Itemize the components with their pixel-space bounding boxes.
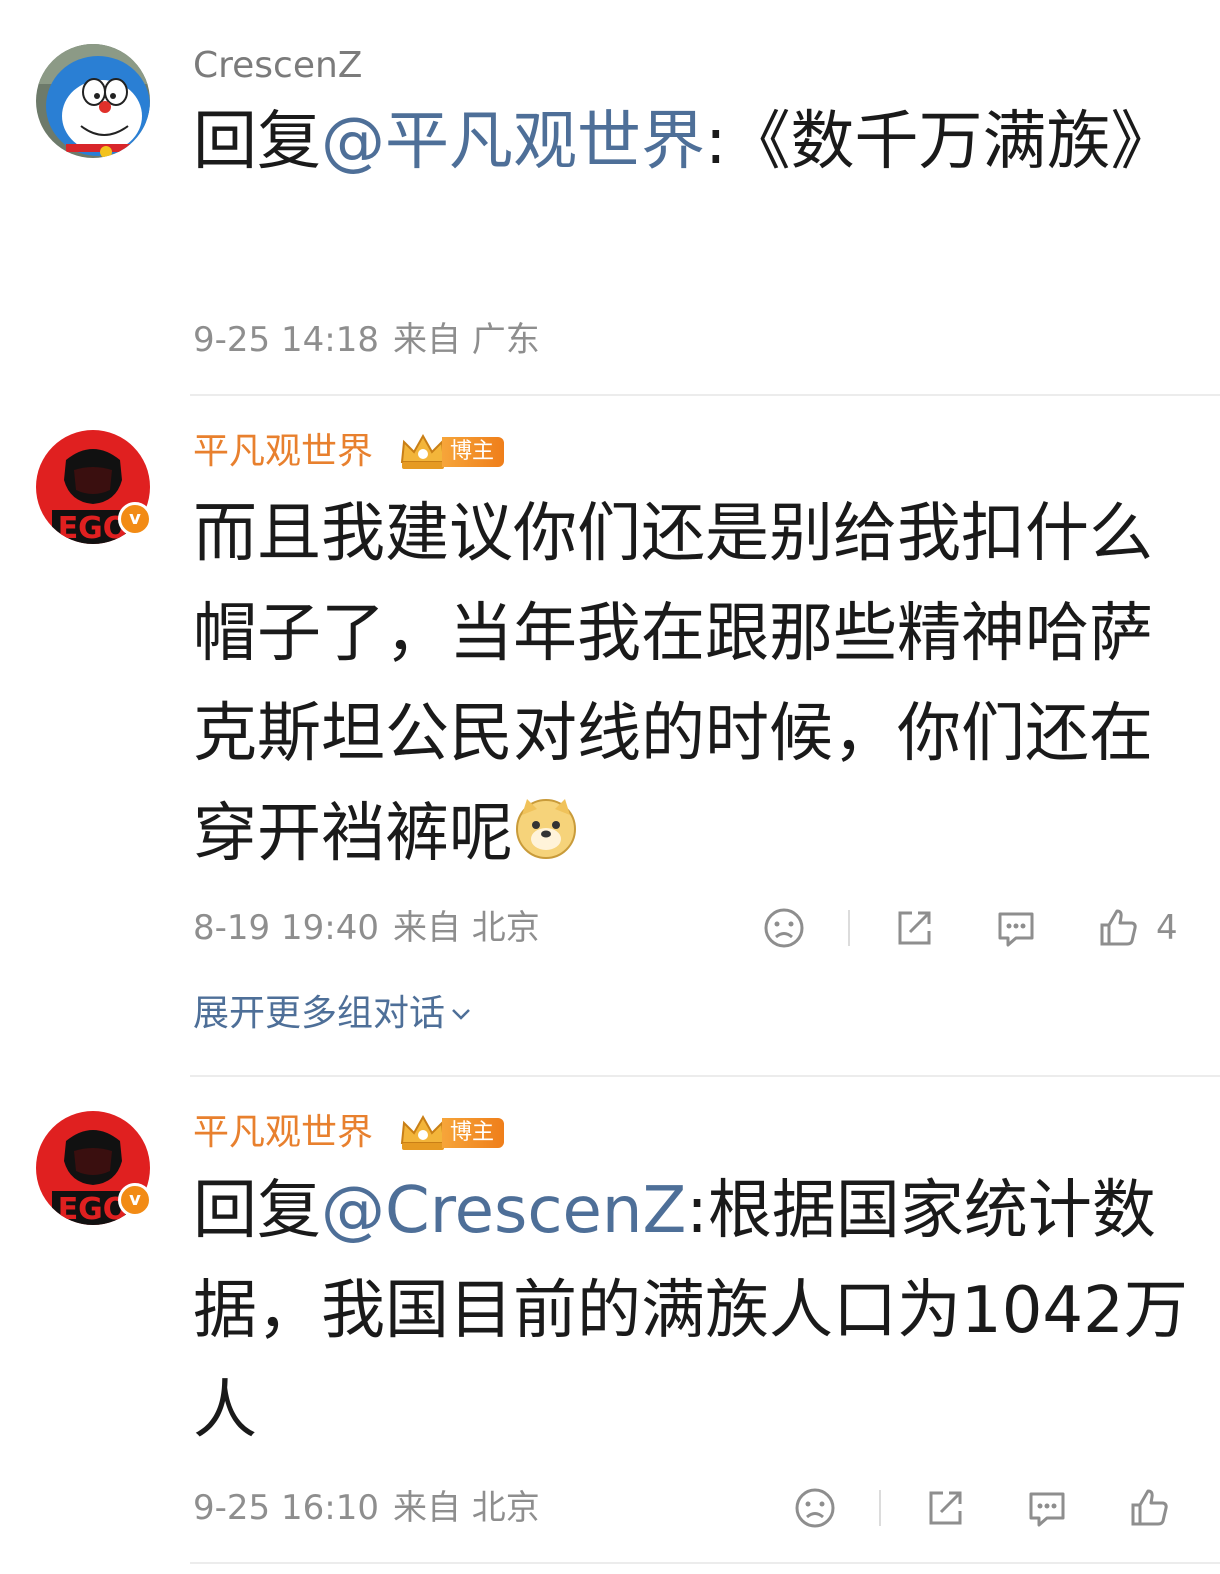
username[interactable]: CrescenZ	[193, 44, 362, 88]
share-button[interactable]	[892, 906, 936, 950]
share-icon	[898, 911, 931, 945]
like-button[interactable]	[1127, 1486, 1171, 1530]
location: 来自 北京	[392, 1488, 540, 1528]
doge-emoji-icon	[516, 799, 576, 859]
doraemon-avatar-icon	[36, 44, 150, 158]
crown-icon	[400, 1114, 446, 1150]
comment-item: EGO v 平凡观世界 博主 回复@CrescenZ:根据国家统计数据，我国目前…	[0, 1077, 1220, 1567]
expand-label: 展开更多组对话	[193, 993, 446, 1034]
thumbs-up-icon	[1100, 909, 1137, 946]
comment-text: 而且我建议你们还是别给我扣什么帽子了，当年我在跟那些精神哈萨克斯坦公民对线的时候…	[193, 484, 1193, 884]
sad-face-icon	[795, 1488, 835, 1528]
comment-icon	[998, 912, 1034, 947]
expand-conversation-link[interactable]: 展开更多组对话	[193, 992, 473, 1036]
share-icon	[929, 1491, 962, 1525]
action-bar	[793, 1483, 1173, 1533]
action-bar: 4	[762, 903, 1182, 953]
badge-label: 博主	[442, 1118, 505, 1148]
avatar[interactable]: EGO v	[36, 1111, 152, 1225]
dislike-button[interactable]	[762, 906, 806, 950]
chevron-down-icon	[452, 1009, 470, 1020]
blogger-badge: 博主	[398, 433, 505, 469]
verified-icon: v	[118, 502, 152, 536]
badge-label: 博主	[442, 437, 505, 467]
timestamp: 9-25 16:10	[193, 1488, 379, 1528]
like-button[interactable]: 4	[1096, 906, 1178, 950]
crown-icon	[400, 433, 446, 469]
location: 来自 北京	[392, 908, 540, 948]
mention-link[interactable]: @平凡观世界	[321, 105, 705, 179]
sad-face-icon	[764, 908, 804, 948]
like-count: 4	[1156, 908, 1178, 948]
divider	[879, 1490, 881, 1526]
comment-item: EGO v 平凡观世界 博主 而且我建议你们还是别给我扣什么帽子了，当年我在跟那…	[0, 396, 1220, 1076]
comment-body: :《数千万满族》	[705, 105, 1175, 179]
comment-text: 回复@CrescenZ:根据国家统计数据，我国目前的满族人口为1042万人	[193, 1161, 1193, 1461]
avatar[interactable]: EGO v	[36, 430, 152, 544]
comment-text: 回复@平凡观世界:《数千万满族》	[193, 92, 1193, 192]
comment-body: 而且我建议你们还是别给我扣什么帽子了，当年我在跟那些精神哈萨克斯坦公民对线的时候…	[193, 497, 1153, 871]
location: 来自 广东	[392, 320, 540, 360]
verified-icon: v	[118, 1183, 152, 1217]
username[interactable]: 平凡观世界	[193, 430, 373, 474]
avatar[interactable]	[36, 44, 150, 158]
comment-button[interactable]	[994, 906, 1038, 950]
mention-link[interactable]: @CrescenZ	[321, 1174, 686, 1248]
comment-meta: 9-25 14:18 来自 广东	[193, 320, 554, 360]
username[interactable]: 平凡观世界	[193, 1111, 373, 1155]
blogger-badge: 博主	[398, 1114, 505, 1150]
reply-prefix: 回复	[193, 1174, 321, 1248]
comment-meta: 8-19 19:40 来自 北京	[193, 908, 554, 948]
comment-meta: 9-25 16:10 来自 北京	[193, 1488, 554, 1528]
timestamp: 9-25 14:18	[193, 320, 379, 360]
dislike-button[interactable]	[793, 1486, 837, 1530]
timestamp: 8-19 19:40	[193, 908, 379, 948]
divider	[190, 1562, 1220, 1564]
comment-button[interactable]	[1025, 1486, 1069, 1530]
comment-icon	[1029, 1492, 1065, 1527]
thumbs-up-icon	[1131, 1489, 1168, 1526]
divider	[848, 910, 850, 946]
comment-item: CrescenZ 回复@平凡观世界:《数千万满族》 9-25 14:18 来自 广…	[0, 0, 1220, 395]
share-button[interactable]	[923, 1486, 967, 1530]
reply-prefix: 回复	[193, 105, 321, 179]
